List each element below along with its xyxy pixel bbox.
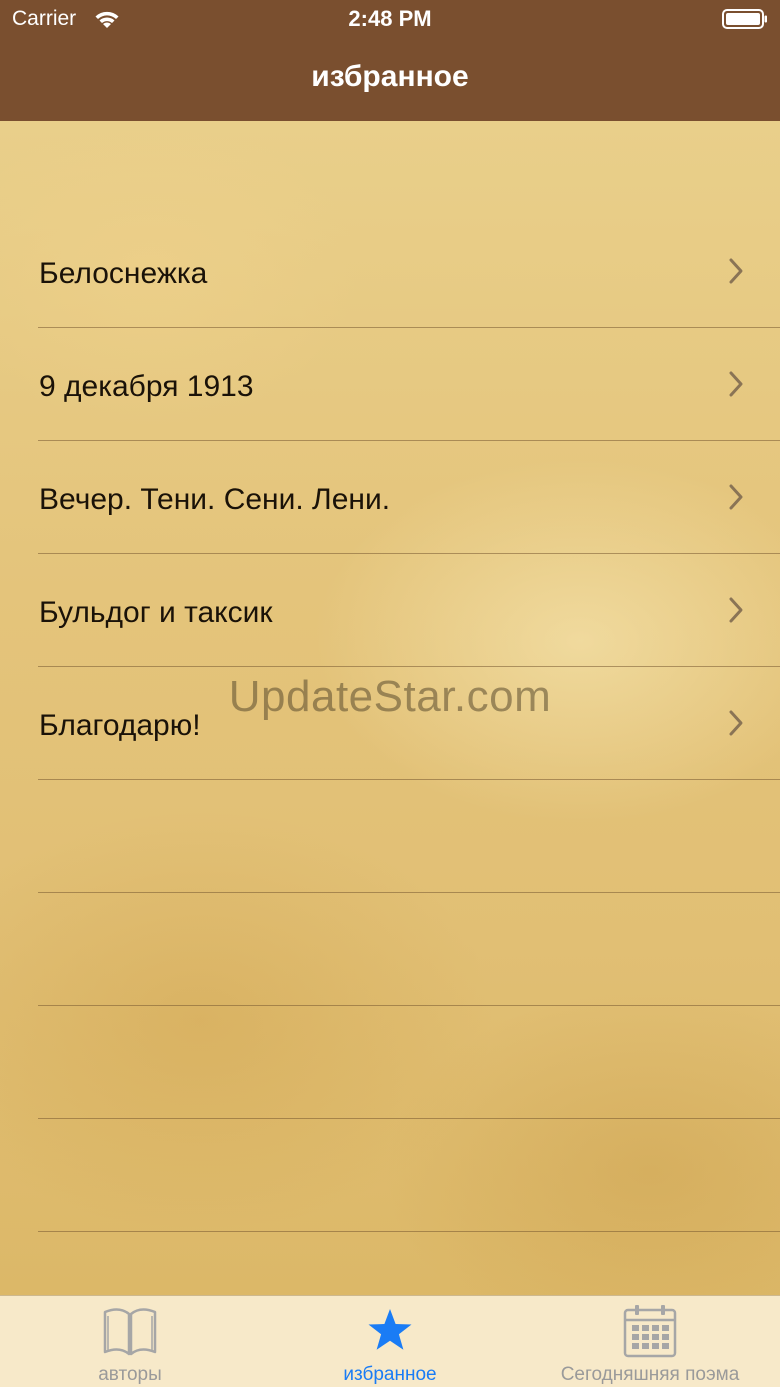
row-divider [38, 440, 780, 441]
row-divider [38, 666, 780, 667]
page-title: избранное [311, 60, 469, 93]
chevron-right-icon [728, 596, 744, 624]
row-divider [38, 1118, 780, 1119]
tab-authors[interactable]: авторы [0, 1296, 260, 1387]
chevron-right-icon [728, 257, 744, 285]
row-divider [38, 1231, 780, 1232]
tab-todays-poem[interactable]: Сегодняшняя поэма [520, 1296, 780, 1387]
tab-favorites[interactable]: избранное [260, 1296, 520, 1387]
tab-label: Сегодняшняя поэма [560, 1364, 740, 1385]
list-item[interactable]: Вечер. Тени. Сени. Лени. [0, 443, 780, 556]
list-item[interactable]: Бульдог и таксик [0, 556, 780, 669]
list-item-label: Белоснежка [39, 257, 208, 290]
list-item[interactable]: Белоснежка [0, 217, 780, 330]
row-divider [38, 553, 780, 554]
book-icon [101, 1304, 159, 1363]
row-divider [38, 1005, 780, 1006]
app-screen: Carrier 2:48 PM избранное Белоснежка 9 д… [0, 0, 780, 1387]
navigation-header: Carrier 2:48 PM избранное [0, 0, 780, 121]
watermark: UpdateStar.com [228, 672, 552, 721]
status-time: 2:48 PM [348, 6, 432, 31]
list-item-label: Бульдог и таксик [39, 596, 273, 629]
row-divider [38, 327, 780, 328]
row-divider [38, 892, 780, 893]
list-item-label: Вечер. Тени. Сени. Лени. [39, 483, 391, 516]
chevron-right-icon [728, 370, 744, 398]
list-item-label: 9 декабря 1913 [39, 370, 254, 403]
list-item[interactable]: 9 декабря 1913 [0, 330, 780, 443]
star-icon [367, 1308, 413, 1357]
row-divider [38, 779, 780, 780]
tab-label: избранное [343, 1364, 437, 1385]
chevron-right-icon [728, 483, 744, 511]
tab-label: авторы [98, 1364, 162, 1385]
tab-bar: авторы избранное Сегодняшняя поэма [0, 1295, 780, 1387]
status-bar: Carrier 2:48 PM [0, 0, 780, 40]
battery-icon [722, 9, 768, 29]
calendar-icon [623, 1304, 677, 1363]
